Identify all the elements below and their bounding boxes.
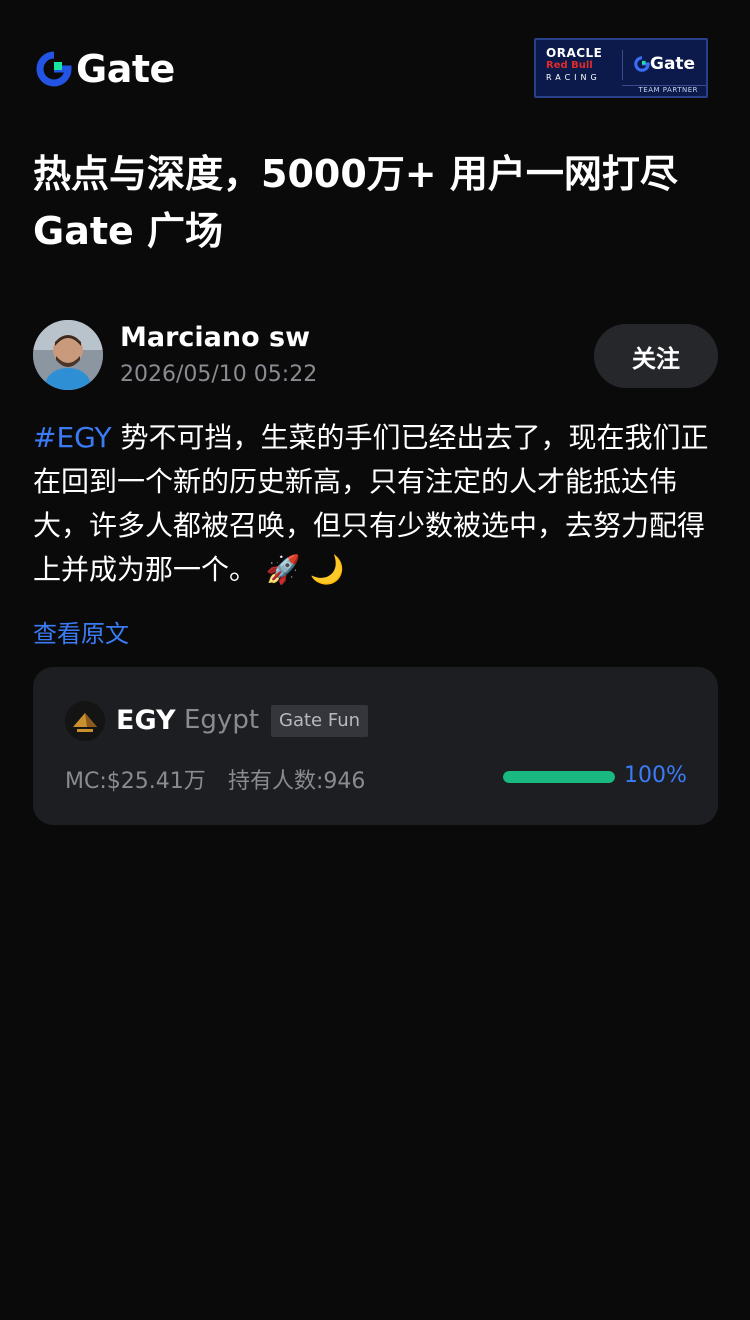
partner-badge[interactable]: ORACLE Red Bull RACING Gate TEAM PARTNER	[534, 38, 708, 98]
post-timestamp: 2026/05/10 05:22	[120, 362, 318, 387]
partner-divider	[622, 50, 623, 80]
pyramid-icon	[65, 701, 105, 741]
partner-team-text: TEAM PARTNER	[638, 86, 698, 94]
partner-gate-logo: Gate	[634, 54, 695, 74]
partner-gate-text: Gate	[650, 54, 696, 74]
brand-name: Gate	[76, 47, 175, 91]
partner-redbull-text: Red Bull	[546, 60, 593, 71]
headline-line-1: 热点与深度，5000万+ 用户一网打尽	[33, 152, 678, 196]
page-title: 热点与深度，5000万+ 用户一网打尽 Gate 广场	[33, 146, 723, 260]
token-symbol: EGY	[116, 705, 176, 736]
author-name[interactable]: Marciano sw	[120, 322, 310, 353]
partner-gate-icon	[634, 56, 650, 72]
token-name: Egypt	[184, 705, 260, 735]
follow-button[interactable]: 关注	[594, 324, 718, 388]
headline-line-2: Gate 广场	[33, 209, 224, 253]
token-holders: 持有人数:946	[228, 769, 366, 794]
header: Gate ORACLE Red Bull RACING Gate TEAM PA…	[0, 0, 750, 130]
bonding-progress-fill	[503, 771, 615, 783]
bonding-progress-label: 100%	[624, 763, 687, 788]
token-card[interactable]: EGY Egypt Gate Fun MC:$25.41万 持有人数:946 1…	[33, 667, 718, 825]
avatar[interactable]	[33, 320, 103, 390]
author-row: Marciano sw 2026/05/10 05:22 关注	[33, 320, 718, 392]
avatar-image	[33, 320, 103, 390]
post-text: 势不可挡，生菜的手们已经出去了，现在我们正在回到一个新的历史新高，只有注定的人才…	[33, 421, 709, 586]
post-content: #EGY 势不可挡，生菜的手们已经出去了，现在我们正在回到一个新的历史新高，只有…	[33, 416, 723, 592]
token-market-cap: MC:$25.41万	[65, 769, 206, 794]
partner-oracle-text: ORACLE	[546, 46, 603, 60]
token-icon	[65, 701, 105, 741]
post-emoji: 🚀 🌙	[257, 553, 345, 586]
partner-racing-text: RACING	[546, 73, 601, 82]
gate-logo[interactable]: Gate	[36, 48, 175, 90]
gate-logo-icon	[36, 51, 72, 87]
bonding-progress-bar	[503, 771, 615, 783]
token-tag-badge: Gate Fun	[271, 705, 369, 737]
view-original-link[interactable]: 查看原文	[33, 614, 129, 649]
hashtag-link[interactable]: #EGY	[33, 421, 112, 454]
